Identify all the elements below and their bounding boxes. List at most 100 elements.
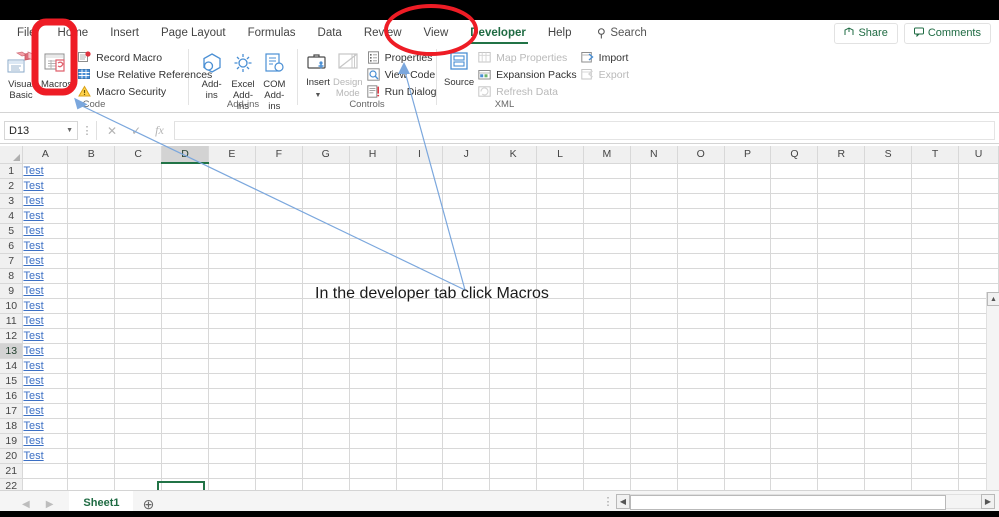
col-header-D[interactable]: D [162, 146, 209, 163]
cell-U8[interactable] [958, 268, 998, 283]
addins-button[interactable]: Add- ins [196, 49, 227, 101]
cell-L21[interactable] [537, 463, 584, 478]
vertical-scrollbar[interactable]: ▲ [986, 292, 999, 490]
cell-N21[interactable] [630, 463, 677, 478]
cell-F20[interactable] [255, 448, 302, 463]
cell-B18[interactable] [68, 418, 115, 433]
col-header-U[interactable]: U [958, 146, 998, 163]
cell-A18[interactable]: Test [23, 418, 68, 433]
cell-P8[interactable] [724, 268, 771, 283]
cell-M21[interactable] [583, 463, 630, 478]
row-header-21[interactable]: 21 [0, 463, 23, 478]
cell-D11[interactable] [162, 313, 209, 328]
cell-A3[interactable]: Test [23, 193, 68, 208]
cell-M17[interactable] [583, 403, 630, 418]
cell-T8[interactable] [912, 268, 959, 283]
cell-T7[interactable] [912, 253, 959, 268]
cell-R7[interactable] [818, 253, 865, 268]
cell-B14[interactable] [68, 358, 115, 373]
cell-D14[interactable] [162, 358, 209, 373]
cell-T2[interactable] [912, 178, 959, 193]
cell-P15[interactable] [724, 373, 771, 388]
prev-sheet-icon[interactable]: ◀ [22, 499, 30, 510]
cell-O17[interactable] [677, 403, 724, 418]
cell-O14[interactable] [677, 358, 724, 373]
cell-R10[interactable] [818, 298, 865, 313]
cell-R5[interactable] [818, 223, 865, 238]
cell-N3[interactable] [630, 193, 677, 208]
cell-T22[interactable] [912, 478, 959, 490]
cell-D15[interactable] [162, 373, 209, 388]
cell-E17[interactable] [209, 403, 256, 418]
cell-Q13[interactable] [771, 343, 818, 358]
cell-T4[interactable] [912, 208, 959, 223]
cell-D5[interactable] [162, 223, 209, 238]
refresh-data-button[interactable]: Refresh Data [478, 84, 577, 99]
cell-M18[interactable] [583, 418, 630, 433]
cell-I8[interactable] [396, 268, 443, 283]
tab-page-layout[interactable]: Page Layout [150, 20, 237, 46]
tab-formulas[interactable]: Formulas [237, 20, 307, 46]
cell-S19[interactable] [865, 433, 912, 448]
cell-D4[interactable] [162, 208, 209, 223]
cell-O19[interactable] [677, 433, 724, 448]
cell-N10[interactable] [630, 298, 677, 313]
cell-A5[interactable]: Test [23, 223, 68, 238]
cell-link-text[interactable]: Test [23, 345, 43, 357]
cell-M13[interactable] [583, 343, 630, 358]
cell-R18[interactable] [818, 418, 865, 433]
cell-L4[interactable] [537, 208, 584, 223]
cell-D17[interactable] [162, 403, 209, 418]
macros-button[interactable]: Macros [41, 49, 72, 90]
cell-F11[interactable] [255, 313, 302, 328]
cell-C4[interactable] [115, 208, 162, 223]
cell-N7[interactable] [630, 253, 677, 268]
cell-Q12[interactable] [771, 328, 818, 343]
cell-P11[interactable] [724, 313, 771, 328]
cell-K18[interactable] [490, 418, 537, 433]
cell-R16[interactable] [818, 388, 865, 403]
cell-D13[interactable] [162, 343, 209, 358]
cell-P6[interactable] [724, 238, 771, 253]
cell-E13[interactable] [209, 343, 256, 358]
cell-L22[interactable] [537, 478, 584, 490]
cell-S6[interactable] [865, 238, 912, 253]
col-header-I[interactable]: I [396, 146, 443, 163]
view-code-button[interactable]: View Code [367, 67, 437, 82]
cell-F1[interactable] [255, 163, 302, 178]
cell-R19[interactable] [818, 433, 865, 448]
cell-E16[interactable] [209, 388, 256, 403]
cell-B16[interactable] [68, 388, 115, 403]
cell-T6[interactable] [912, 238, 959, 253]
cell-T13[interactable] [912, 343, 959, 358]
cell-C12[interactable] [115, 328, 162, 343]
cell-E22[interactable] [209, 478, 256, 490]
row-header-7[interactable]: 7 [0, 253, 23, 268]
cell-S20[interactable] [865, 448, 912, 463]
col-header-A[interactable]: A [23, 146, 68, 163]
cell-H17[interactable] [349, 403, 396, 418]
cell-K5[interactable] [490, 223, 537, 238]
cell-link-text[interactable]: Test [23, 270, 43, 282]
cell-Q16[interactable] [771, 388, 818, 403]
cell-K1[interactable] [490, 163, 537, 178]
cell-P16[interactable] [724, 388, 771, 403]
cell-B17[interactable] [68, 403, 115, 418]
col-header-J[interactable]: J [443, 146, 490, 163]
cell-Q9[interactable] [771, 283, 818, 298]
cell-R17[interactable] [818, 403, 865, 418]
name-box-chevron-down-icon[interactable]: ▼ [66, 127, 73, 134]
cell-A21[interactable] [23, 463, 68, 478]
cell-R8[interactable] [818, 268, 865, 283]
cell-T11[interactable] [912, 313, 959, 328]
cell-P17[interactable] [724, 403, 771, 418]
cell-M15[interactable] [583, 373, 630, 388]
cell-F22[interactable] [255, 478, 302, 490]
run-dialog-button[interactable]: Run Dialog [367, 84, 437, 99]
cell-C1[interactable] [115, 163, 162, 178]
visual-basic-button[interactable]: Visual Basic [7, 49, 35, 101]
cell-M19[interactable] [583, 433, 630, 448]
cell-S5[interactable] [865, 223, 912, 238]
cell-G5[interactable] [302, 223, 349, 238]
row-header-16[interactable]: 16 [0, 388, 23, 403]
